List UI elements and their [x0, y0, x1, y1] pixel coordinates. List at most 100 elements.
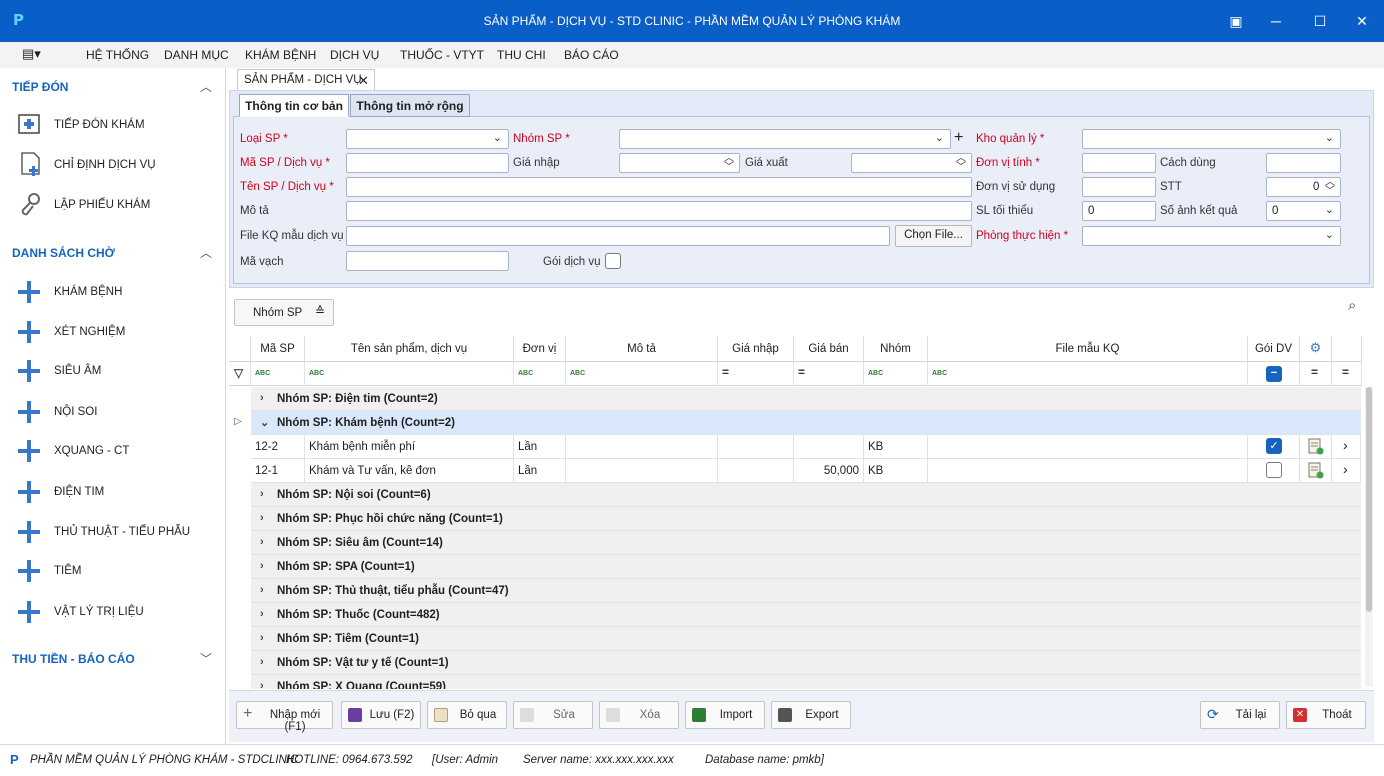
restore-icon[interactable]: ▣ [1222, 9, 1250, 33]
chevron-right-icon[interactable]: › [260, 680, 264, 689]
sidebar-item-xquang-ct[interactable]: XQUANG - CT [14, 438, 214, 464]
export-button[interactable]: Export [771, 701, 851, 729]
chevron-right-icon[interactable]: › [260, 656, 264, 668]
spin-icon[interactable]: ︿ ﹀ [1325, 178, 1335, 197]
header-ma-sp[interactable]: Mã SP [251, 336, 305, 362]
chevron-right-icon[interactable]: › [260, 392, 264, 404]
menu-bao-cao[interactable]: BÁO CÁO [564, 48, 619, 62]
don-vi-tinh-input[interactable] [1082, 153, 1156, 173]
chevron-right-icon[interactable]: › [1332, 459, 1361, 483]
filter-ma-sp[interactable]: ABC [251, 362, 305, 386]
group-row[interactable]: › Nhóm SP: X Quang (Count=59) [251, 675, 1361, 689]
loai-sp-select[interactable]: ⌄ [346, 129, 509, 149]
file-kq-input[interactable] [346, 226, 890, 246]
group-row[interactable]: › Nhóm SP: Siêu âm (Count=14) [251, 531, 1361, 555]
bo-qua-button[interactable]: Bỏ qua [427, 701, 507, 729]
group-row[interactable]: › Nhóm SP: Điện tim (Count=2) [251, 387, 1361, 411]
sidebar-item-vat-ly-tri-lieu[interactable]: VẬT LÝ TRỊ LIỆU [14, 599, 214, 625]
app-menu-icon[interactable]: ▤▾ [22, 46, 41, 62]
so-anh-select[interactable]: 0 ⌄ [1266, 201, 1341, 221]
ten-sp-input[interactable] [346, 177, 972, 197]
menu-thuoc-vtyt[interactable]: THUỐC - VTYT [400, 48, 484, 62]
checkbox[interactable] [1266, 462, 1282, 478]
thoat-button[interactable]: ✕ Thoát [1286, 701, 1366, 729]
add-nhom-sp-icon[interactable]: + [954, 129, 963, 147]
filter-file-mau-kq[interactable]: ABC [928, 362, 1248, 386]
tab-thong-tin-co-ban[interactable]: Thông tin cơ bản [239, 94, 349, 117]
chevron-right-icon[interactable]: › [260, 560, 264, 572]
filter-mo-ta[interactable]: ABC [566, 362, 718, 386]
header-don-vi[interactable]: Đơn vị [514, 336, 566, 362]
sidebar-item-tiep-don-kham[interactable]: TIẾP ĐÓN KHÁM [14, 112, 214, 138]
tai-lai-button[interactable]: ⟳ Tải lại [1200, 701, 1280, 729]
sidebar-section-thu-tien-bao-cao[interactable]: THU TIỀN - BÁO CÁO [12, 652, 135, 666]
close-button[interactable]: ✕ [1348, 9, 1376, 33]
cell-goi-dv[interactable] [1248, 459, 1300, 483]
header-mo-ta[interactable]: Mô tả [566, 336, 718, 362]
filter-goi-dv[interactable]: − [1248, 362, 1300, 386]
sidebar-item-thu-thuat[interactable]: THỦ THUẬT - TIỂU PHẪU [14, 519, 214, 545]
sidebar-item-chi-dinh-dich-vu[interactable]: CHỈ ĐỊNH DỊCH VỤ [14, 152, 214, 178]
table-row[interactable]: 12-2 Khám bệnh miễn phí Lần KB ✓ › [251, 435, 1361, 459]
nhap-moi-button[interactable]: + Nhập mới (F1) [236, 701, 333, 733]
table-row[interactable]: 12-1 Khám và Tư vấn, kê đơn Lần 50,000 K… [251, 459, 1361, 483]
sidebar-item-kham-benh[interactable]: KHÁM BỆNH [14, 279, 214, 305]
chevron-right-icon[interactable]: › [260, 632, 264, 644]
group-row[interactable]: › Nhóm SP: Nội soi (Count=6) [251, 483, 1361, 507]
stt-input[interactable]: 0 ︿ ﹀ [1266, 177, 1341, 197]
sidebar-item-lap-phieu-kham[interactable]: LẬP PHIẾU KHÁM [14, 192, 214, 218]
sl-toi-thieu-input[interactable]: 0 [1082, 201, 1156, 221]
xoa-button[interactable]: Xóa [599, 701, 679, 729]
filter-equals-icon[interactable]: = [1300, 362, 1332, 386]
chon-file-button[interactable]: Chọn File... [895, 225, 972, 247]
luu-button[interactable]: Lưu (F2) [341, 701, 421, 729]
gia-nhap-input[interactable]: ︿ ﹀ [619, 153, 740, 173]
menu-kham-benh[interactable]: KHÁM BỆNH [245, 48, 316, 62]
vertical-scrollbar[interactable] [1365, 387, 1373, 687]
filter-nhom[interactable]: ABC [864, 362, 928, 386]
chevron-right-icon[interactable]: › [260, 488, 264, 500]
group-row[interactable]: › Nhóm SP: Vật tư y tế (Count=1) [251, 651, 1361, 675]
chevron-right-icon[interactable]: › [260, 536, 264, 548]
cell-action[interactable] [1300, 459, 1332, 483]
sidebar-item-tiem[interactable]: TIÊM [14, 558, 214, 584]
group-row[interactable]: ⌄ Nhóm SP: Khám bệnh (Count=2) [251, 411, 1361, 435]
edit-document-icon[interactable] [1308, 438, 1324, 455]
sua-button[interactable]: Sửa [513, 701, 593, 729]
header-file-mau-kq[interactable]: File mẫu KQ [928, 336, 1248, 362]
close-tab-icon[interactable]: ✕ [358, 73, 369, 89]
sidebar-item-sieu-am[interactable]: SIÊU ÂM [14, 358, 214, 384]
sidebar-section-tiep-don[interactable]: TIẾP ĐÓN [12, 80, 68, 94]
tab-san-pham-dich-vu[interactable]: SẢN PHẨM - DỊCH VỤ ✕ [237, 69, 375, 91]
edit-document-icon[interactable] [1308, 462, 1324, 479]
chevron-up-icon[interactable]: ︿ [200, 244, 212, 261]
spin-icon[interactable]: ︿ ﹀ [724, 154, 734, 173]
goi-dich-vu-checkbox[interactable] [605, 253, 621, 269]
menu-he-thong[interactable]: HỆ THỐNG [86, 48, 149, 62]
kho-quan-ly-select[interactable]: ⌄ [1082, 129, 1341, 149]
filter-equals-icon[interactable]: = [718, 362, 794, 386]
mo-ta-input[interactable] [346, 201, 972, 221]
menu-danh-muc[interactable]: DANH MỤC [164, 48, 229, 62]
header-nhom[interactable]: Nhóm [864, 336, 928, 362]
indeterminate-checkbox-icon[interactable]: − [1266, 366, 1282, 382]
chevron-right-icon[interactable]: › [260, 512, 264, 524]
sidebar-item-noi-soi[interactable]: NỘI SOI [14, 399, 214, 425]
sort-icon[interactable]: ≙ [315, 304, 325, 318]
ma-vach-input[interactable] [346, 251, 509, 271]
ma-sp-input[interactable] [346, 153, 509, 173]
sidebar-item-xet-nghiem[interactable]: XÉT NGHIỆM [14, 319, 214, 345]
sidebar-item-dien-tim[interactable]: ĐIỆN TIM [14, 479, 214, 505]
group-row[interactable]: › Nhóm SP: Thủ thuật, tiểu phẫu (Count=47… [251, 579, 1361, 603]
chevron-right-icon[interactable]: › [1332, 435, 1361, 459]
header-gia-nhap[interactable]: Giá nhập [718, 336, 794, 362]
chevron-right-icon[interactable]: › [260, 584, 264, 596]
chevron-up-icon[interactable]: ︿ [200, 78, 212, 95]
minimize-button[interactable]: ─ [1262, 9, 1290, 33]
cach-dung-input[interactable] [1266, 153, 1341, 173]
filter-equals-icon[interactable]: = [1332, 362, 1362, 386]
filter-equals-icon[interactable]: = [794, 362, 864, 386]
group-row[interactable]: › Nhóm SP: Phục hồi chức năng (Count=1) [251, 507, 1361, 531]
sidebar-section-danh-sach-cho[interactable]: DANH SÁCH CHỜ [12, 246, 115, 260]
gia-xuat-input[interactable]: ︿ ﹀ [851, 153, 972, 173]
